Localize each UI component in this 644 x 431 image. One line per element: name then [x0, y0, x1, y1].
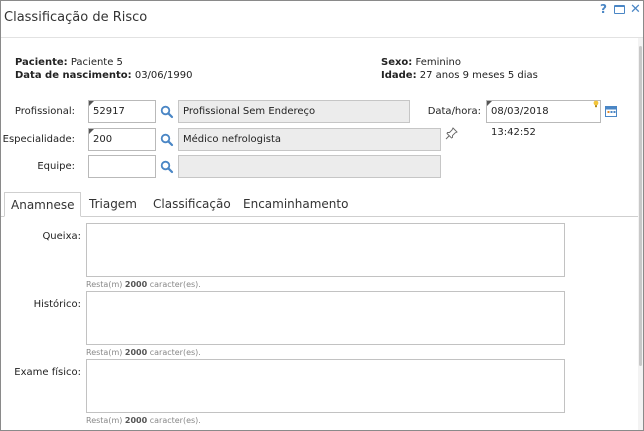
remaining-count: 2000 [124, 348, 148, 357]
classificacao-risco-window: Classificação de Risco ? ✕ Paciente: Pac… [0, 0, 644, 431]
titlebar: Classificação de Risco ? ✕ [1, 1, 643, 35]
remaining-prefix: Resta(m) [86, 348, 123, 357]
search-icon[interactable] [160, 105, 174, 119]
queixa-textarea[interactable] [86, 223, 565, 277]
remaining-suffix: caracter(es). [149, 416, 201, 425]
remaining-count: 2000 [124, 416, 148, 425]
patient-age-row: Idade: 27 anos 9 meses 5 dias [381, 70, 538, 81]
patient-birth-row: Data de nascimento: 03/06/1990 [15, 70, 192, 81]
search-icon[interactable] [160, 160, 174, 174]
patient-name-row: Paciente: Paciente 5 [15, 57, 123, 68]
patient-sex: Feminino [415, 57, 461, 68]
equipe-name-field [178, 155, 441, 178]
tab-bar: Anamnese Triagem Classificação Encaminha… [1, 192, 638, 217]
remaining-count: 2000 [124, 280, 148, 289]
patient-name-label: Paciente: [15, 57, 68, 68]
tab-encaminhamento[interactable]: Encaminhamento [237, 192, 354, 217]
tab-divider [1, 216, 638, 217]
remaining-suffix: caracter(es). [149, 348, 201, 357]
equipe-label: Equipe: [37, 161, 75, 172]
patient-sex-label: Sexo: [381, 57, 413, 68]
tab-anamnese[interactable]: Anamnese [4, 192, 82, 217]
patient-name: Paciente 5 [70, 57, 123, 68]
historico-remaining: Resta(m) 2000 caracter(es). [86, 348, 201, 357]
exame-fisico-remaining: Resta(m) 2000 caracter(es). [86, 416, 201, 425]
historico-textarea[interactable] [86, 291, 565, 345]
equipe-code-input[interactable] [88, 155, 156, 178]
remaining-prefix: Resta(m) [86, 280, 123, 289]
maximize-icon[interactable] [613, 3, 626, 16]
bulb-icon [593, 100, 599, 108]
scrollbar-thumb[interactable] [639, 46, 642, 366]
queixa-label: Queixa: [42, 231, 81, 242]
especialidade-code-input[interactable]: 200 [88, 128, 156, 151]
profissional-name-field: Profissional Sem Endereço [178, 100, 410, 123]
patient-birth: 03/06/1990 [134, 70, 193, 81]
patient-sex-row: Sexo: Feminino [381, 57, 461, 68]
calendar-icon[interactable] [605, 105, 617, 117]
search-icon[interactable] [160, 133, 174, 147]
close-icon[interactable]: ✕ [629, 3, 642, 16]
especialidade-label: Especialidade: [2, 134, 75, 145]
queixa-remaining: Resta(m) 2000 caracter(es). [86, 280, 201, 289]
datetime-input[interactable]: 08/03/2018 13:42:52 [486, 100, 601, 138]
exame-fisico-label: Exame físico: [14, 367, 81, 378]
window-title: Classificação de Risco [4, 10, 148, 25]
pin-icon[interactable] [445, 127, 458, 140]
exame-fisico-textarea[interactable] [86, 359, 565, 413]
title-divider [1, 37, 643, 38]
tab-triagem[interactable]: Triagem [83, 192, 143, 217]
historico-label: Histórico: [33, 299, 81, 310]
profissional-label: Profissional: [14, 106, 75, 117]
patient-birth-label: Data de nascimento: [15, 70, 132, 81]
profissional-code-input[interactable]: 52917 [88, 100, 156, 123]
tab-classificacao[interactable]: Classificação [147, 192, 237, 217]
especialidade-name-field: Médico nefrologista [178, 128, 441, 151]
remaining-prefix: Resta(m) [86, 416, 123, 425]
help-icon[interactable]: ? [597, 3, 610, 16]
datetime-label: Data/hora: [427, 106, 481, 117]
patient-age: 27 anos 9 meses 5 dias [419, 70, 538, 81]
patient-age-label: Idade: [381, 70, 417, 81]
remaining-suffix: caracter(es). [149, 280, 201, 289]
